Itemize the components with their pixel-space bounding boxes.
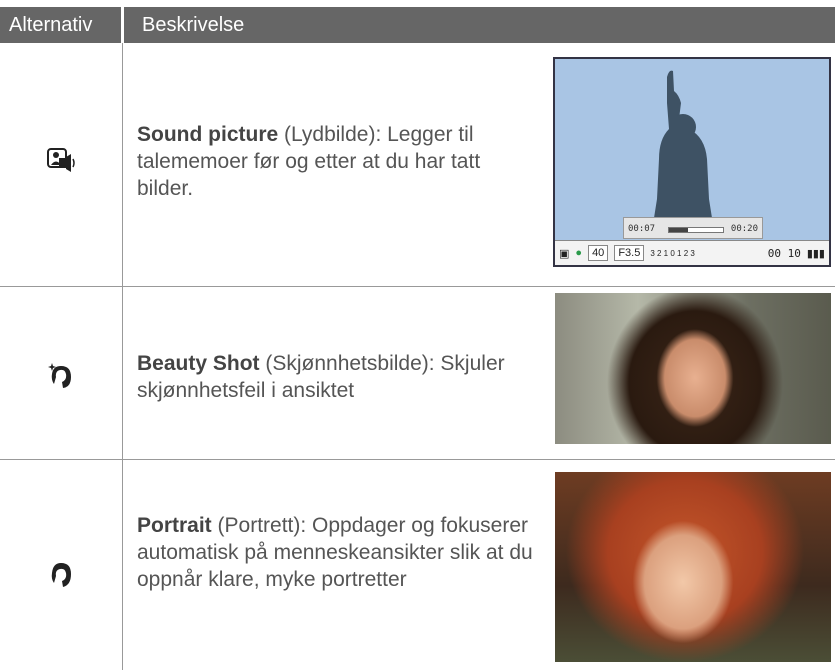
sound-picture-icon (0, 140, 122, 180)
row-description: Portrait (Portrett): Oppdager og fokuser… (137, 514, 533, 591)
row-divider (0, 286, 835, 287)
beauty-shot-photo (555, 293, 831, 444)
battery-icon: ▮▮▮ (806, 247, 825, 260)
row-description: Beauty Shot (Skjønnhetsbilde): Skjuler s… (137, 352, 505, 402)
status-dot-icon: ● (575, 247, 583, 259)
table-header: Alternativ Beskrivelse (0, 7, 835, 43)
playback-progress: 00:07 00:20 (623, 217, 763, 239)
row-divider (0, 459, 835, 460)
camera-screen-image: 00:07 00:20 ▣ ● 40 F3.5 3 2 1 0 1 2 3 00… (553, 57, 831, 267)
row-description: Sound picture (Lydbilde): Legger til tal… (137, 123, 481, 200)
column-divider (122, 43, 123, 670)
header-beskrivelse: Beskrivelse (124, 7, 835, 43)
mode-icon: ▣ (559, 247, 570, 260)
portrait-photo (555, 472, 831, 662)
header-alternativ: Alternativ (0, 7, 121, 43)
camera-status-bar: ▣ ● 40 F3.5 3 2 1 0 1 2 3 00 10 ▮▮▮ (555, 240, 829, 265)
beauty-shot-icon (0, 355, 122, 395)
portrait-icon (0, 555, 122, 595)
